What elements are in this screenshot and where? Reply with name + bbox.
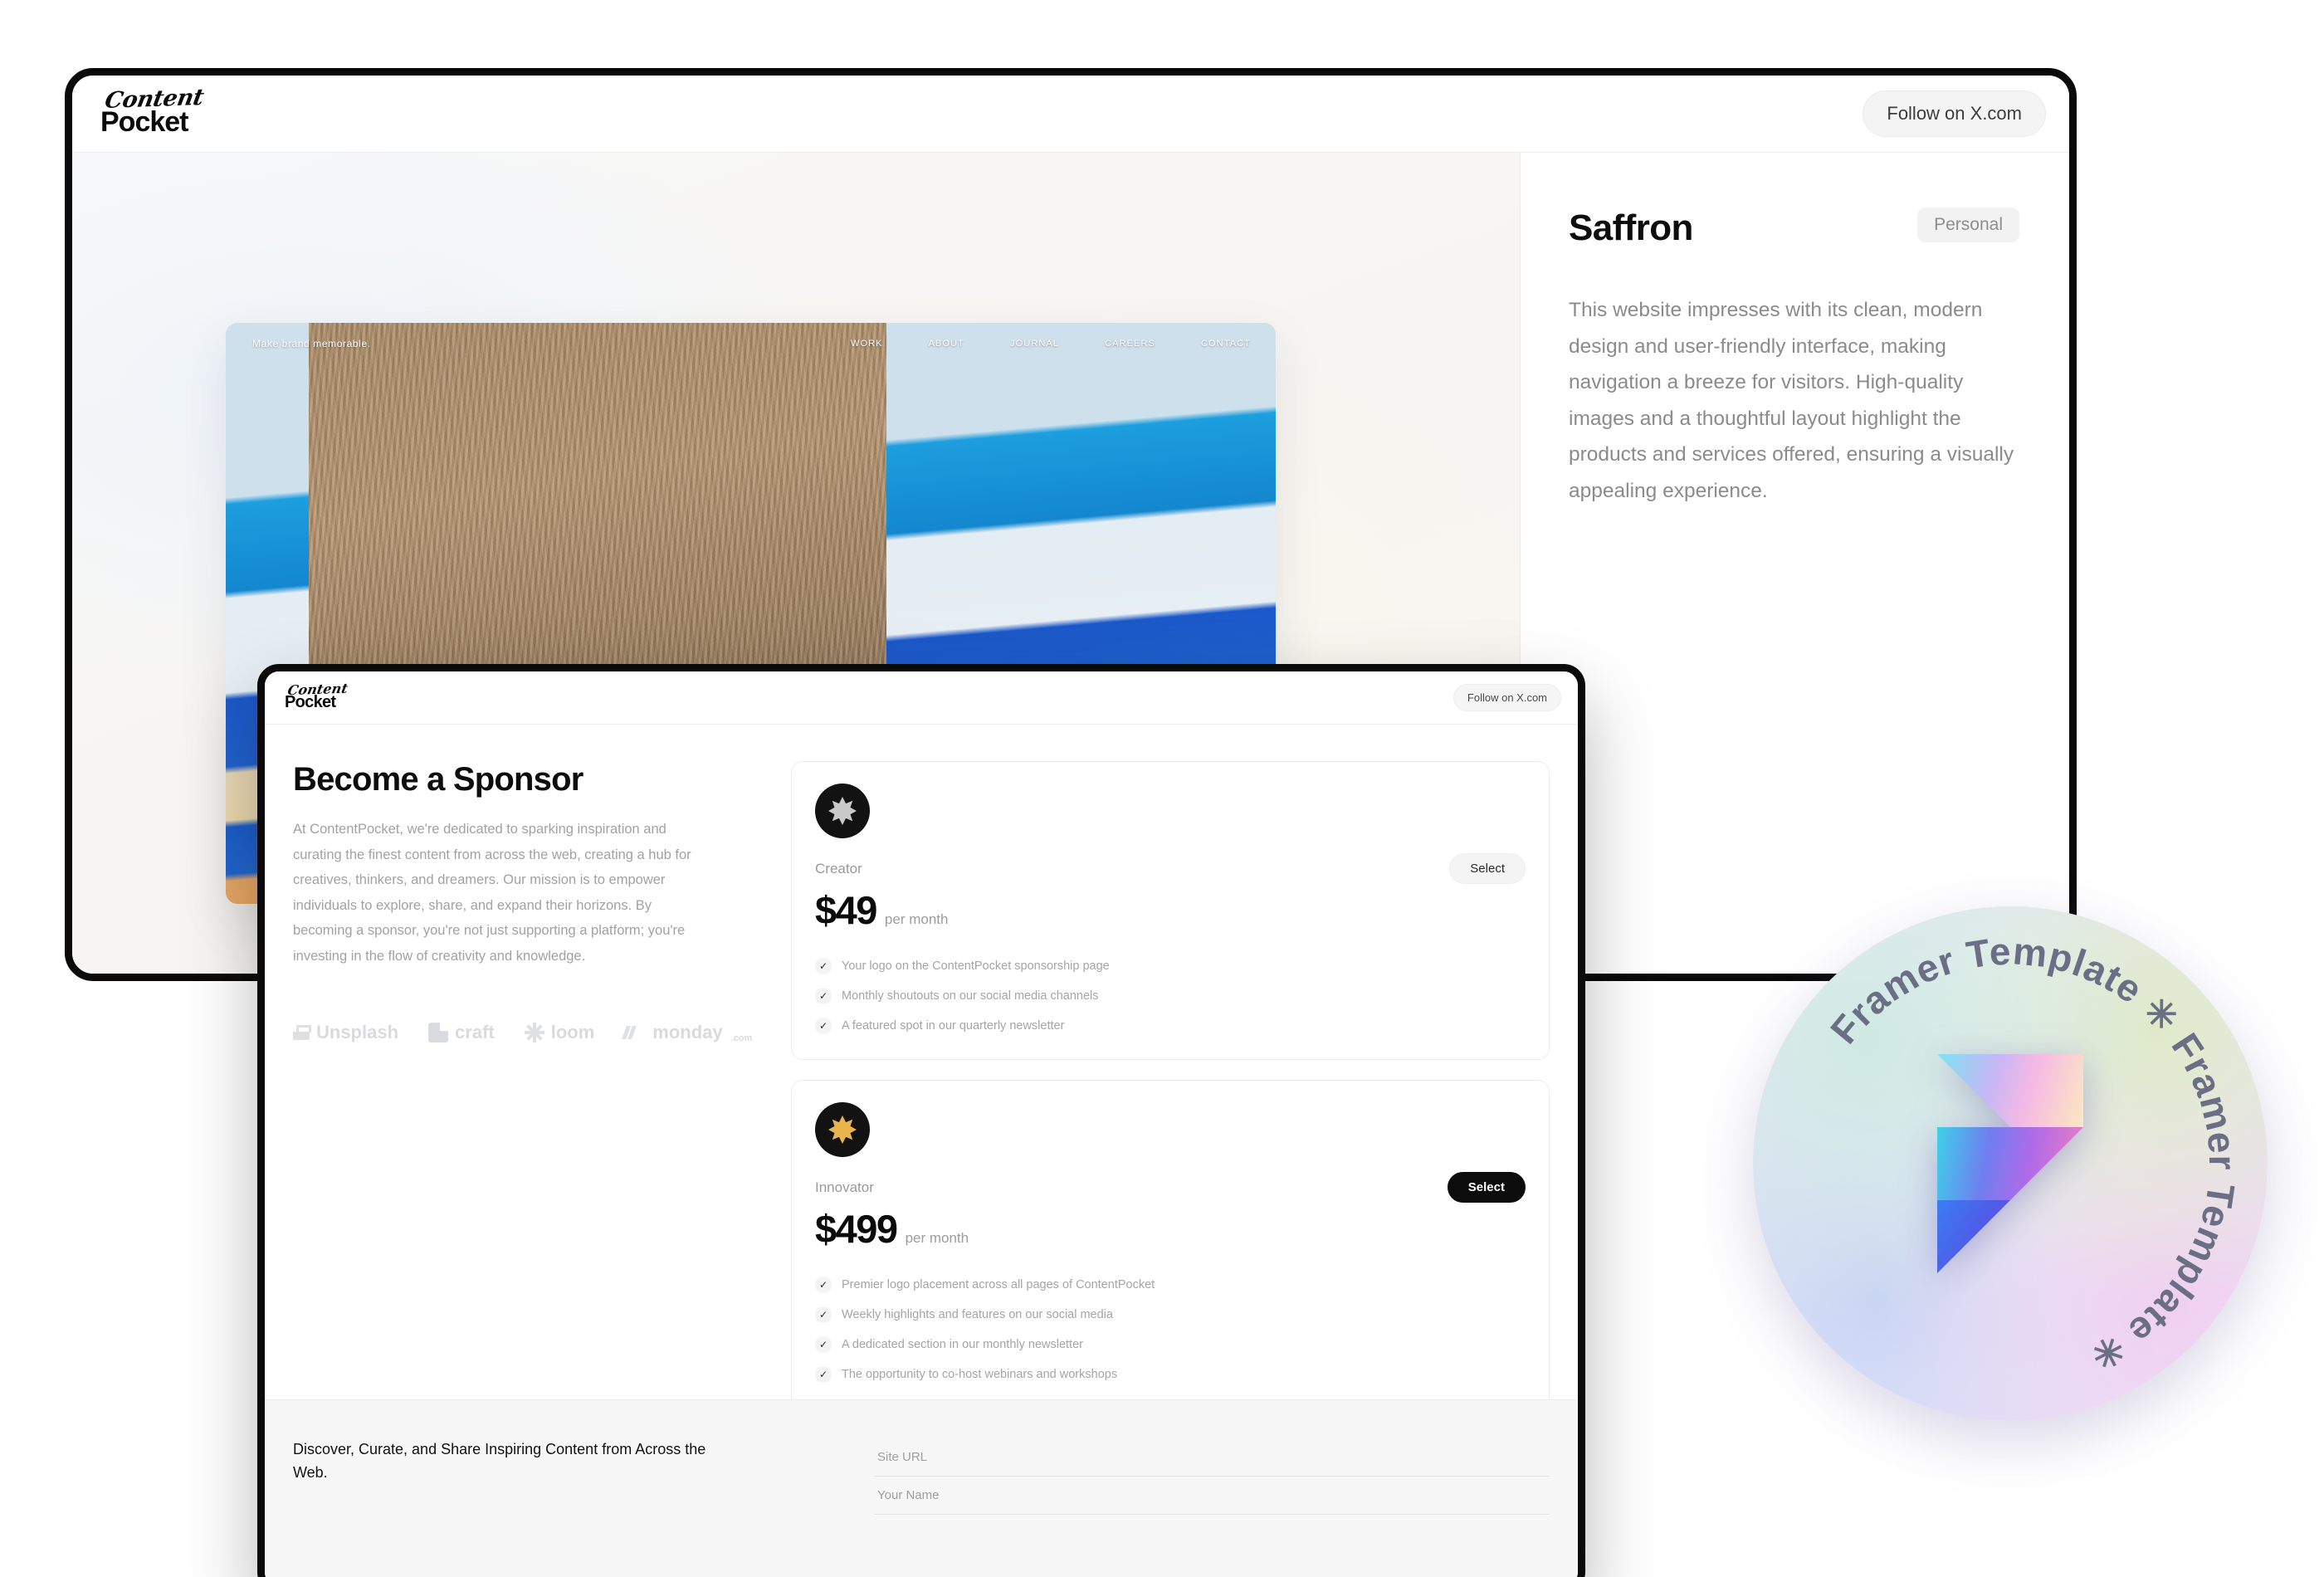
innovator-price-row: $499 per month xyxy=(815,1206,1526,1252)
check-icon: ✓ xyxy=(815,1366,832,1383)
detail-sidebar-top: Saffron Personal xyxy=(1569,208,2019,249)
creator-feature-text: Your logo on the ContentPocket sponsorsh… xyxy=(842,959,1110,973)
sponsor-footer: Discover, Curate, and Share Inspiring Co… xyxy=(265,1399,1578,1577)
innovator-feature-item: ✓ Premier logo placement across all page… xyxy=(815,1277,1526,1293)
creator-feature-item: ✓ Monthly shoutouts on our social media … xyxy=(815,988,1526,1004)
follow-on-x-button-small[interactable]: Follow on X.com xyxy=(1452,684,1561,711)
creator-period: per month xyxy=(884,911,949,927)
partner-unsplash-label: Unsplash xyxy=(316,1022,399,1043)
preview-nav-journal[interactable]: JOURNAL xyxy=(1010,339,1059,349)
innovator-plan-row: Innovator Select xyxy=(815,1172,1526,1203)
burst-icon xyxy=(828,797,857,825)
innovator-select-button[interactable]: Select xyxy=(1447,1172,1526,1203)
innovator-feature-text: Premier logo placement across all pages … xyxy=(842,1278,1155,1291)
partner-unsplash: Unsplash xyxy=(293,1022,398,1043)
sponsor-intro: Become a Sponsor At ContentPocket, we're… xyxy=(293,761,758,1472)
framer-logo-middle xyxy=(1937,1127,2083,1200)
creator-plan-icon xyxy=(815,784,870,838)
logo-small[interactable]: Content Pocket xyxy=(285,680,354,715)
creator-feature-item: ✓ Your logo on the ContentPocket sponsor… xyxy=(815,958,1526,974)
sparkle-icon xyxy=(828,1116,857,1144)
innovator-feature-list: ✓ Premier logo placement across all page… xyxy=(815,1277,1526,1383)
framer-logo-bottom xyxy=(1937,1200,2010,1273)
logo[interactable]: Content Pocket xyxy=(100,85,225,139)
partner-loom-label: loom xyxy=(550,1022,595,1043)
partner-loom: loom xyxy=(525,1022,595,1043)
preview-nav-links: WORK ABOUT JOURNAL CAREERS CONTACT xyxy=(851,339,1251,349)
sponsor-window-header: Content Pocket Follow on X.com xyxy=(265,671,1578,725)
preview-nav-careers[interactable]: CAREERS xyxy=(1105,339,1155,349)
craft-icon xyxy=(428,1023,449,1043)
pricing-plans: Creator Select $49 per month ✓ Your logo… xyxy=(791,761,1550,1472)
partner-craft-label: craft xyxy=(455,1022,495,1043)
app-header: Content Pocket Follow on X.com xyxy=(72,76,2069,153)
innovator-feature-text: A dedicated section in our monthly newsl… xyxy=(842,1338,1083,1351)
check-icon: ✓ xyxy=(815,958,832,974)
innovator-feature-item: ✓ A dedicated section in our monthly new… xyxy=(815,1336,1526,1353)
page-title: Saffron xyxy=(1569,208,1693,248)
creator-feature-item: ✓ A featured spot in our quarterly newsl… xyxy=(815,1018,1526,1034)
logo-bold-text: Pocket xyxy=(100,106,188,138)
innovator-feature-text: The opportunity to co-host webinars and … xyxy=(842,1368,1118,1381)
partner-monday-label: monday xyxy=(652,1022,723,1043)
creator-feature-text: A featured spot in our quarterly newslet… xyxy=(842,1019,1065,1033)
creator-plan-row: Creator Select xyxy=(815,853,1526,884)
sponsor-heading: Become a Sponsor xyxy=(293,761,583,798)
check-icon: ✓ xyxy=(815,1277,832,1293)
follow-on-x-button[interactable]: Follow on X.com xyxy=(1863,90,2046,137)
innovator-feature-text: Weekly highlights and features on our so… xyxy=(842,1308,1113,1321)
partner-craft: craft xyxy=(428,1022,495,1043)
detail-description: This website impresses with its clean, m… xyxy=(1569,299,2014,503)
partner-logos-row: Unsplash craft loom monday .com xyxy=(293,1022,758,1043)
creator-plan-name: Creator xyxy=(815,860,862,876)
framer-logo-top xyxy=(1937,1054,2083,1127)
check-icon: ✓ xyxy=(815,988,832,1004)
check-icon: ✓ xyxy=(815,1018,832,1034)
framer-template-badge[interactable]: Framer Template ✳ Framer Template ✳ xyxy=(1753,906,2268,1421)
framer-logo-icon xyxy=(1937,1054,2083,1273)
creator-feature-list: ✓ Your logo on the ContentPocket sponsor… xyxy=(815,958,1526,1034)
preview-site-nav: Make brand memorable. WORK ABOUT JOURNAL… xyxy=(226,338,1276,349)
footer-form: Site URL Your Name xyxy=(758,1438,1550,1577)
creator-feature-text: Monthly shoutouts on our social media ch… xyxy=(842,989,1099,1003)
sponsor-paragraph: At ContentPocket, we're dedicated to spa… xyxy=(293,822,691,964)
sponsor-window: Content Pocket Follow on X.com Become a … xyxy=(257,664,1585,1577)
check-icon: ✓ xyxy=(815,1306,832,1323)
creator-price: $49 xyxy=(815,888,877,932)
innovator-period: per month xyxy=(905,1230,969,1246)
footer-tagline: Discover, Curate, and Share Inspiring Co… xyxy=(293,1441,706,1481)
plan-card-innovator[interactable]: Innovator Select $499 per month ✓ Premie… xyxy=(791,1080,1550,1409)
check-icon: ✓ xyxy=(815,1336,832,1353)
preview-nav-work[interactable]: WORK xyxy=(851,339,883,349)
preview-tagline: Make brand memorable. xyxy=(252,338,371,349)
preview-nav-contact[interactable]: CONTACT xyxy=(1201,339,1251,349)
innovator-plan-icon xyxy=(815,1102,870,1157)
sponsor-body: Become a Sponsor At ContentPocket, we're… xyxy=(265,725,1578,1472)
innovator-price: $499 xyxy=(815,1207,898,1251)
innovator-feature-item: ✓ Weekly highlights and features on our … xyxy=(815,1306,1526,1323)
site-url-field[interactable]: Site URL xyxy=(874,1438,1550,1477)
plan-card-creator[interactable]: Creator Select $49 per month ✓ Your logo… xyxy=(791,761,1550,1060)
preview-nav-about[interactable]: ABOUT xyxy=(929,339,964,349)
your-name-field[interactable]: Your Name xyxy=(874,1477,1550,1515)
innovator-plan-name: Innovator xyxy=(815,1179,874,1195)
partner-monday-dotcom: .com xyxy=(730,1033,753,1044)
creator-select-button[interactable]: Select xyxy=(1449,853,1526,884)
innovator-feature-item: ✓ The opportunity to co-host webinars an… xyxy=(815,1366,1526,1383)
creator-price-row: $49 per month xyxy=(815,887,1526,933)
status-badge: Personal xyxy=(1917,208,2019,242)
screenshot-stage: Content Pocket Follow on X.com Make bran… xyxy=(0,0,2324,1577)
unsplash-icon xyxy=(293,1025,311,1041)
monday-icon xyxy=(622,1025,646,1040)
detail-sidebar: Saffron Personal This website impresses … xyxy=(1521,153,2069,974)
loom-icon xyxy=(525,1023,544,1042)
logo-small-bold-text: Pocket xyxy=(285,692,336,711)
partner-monday: monday .com xyxy=(622,1022,753,1044)
